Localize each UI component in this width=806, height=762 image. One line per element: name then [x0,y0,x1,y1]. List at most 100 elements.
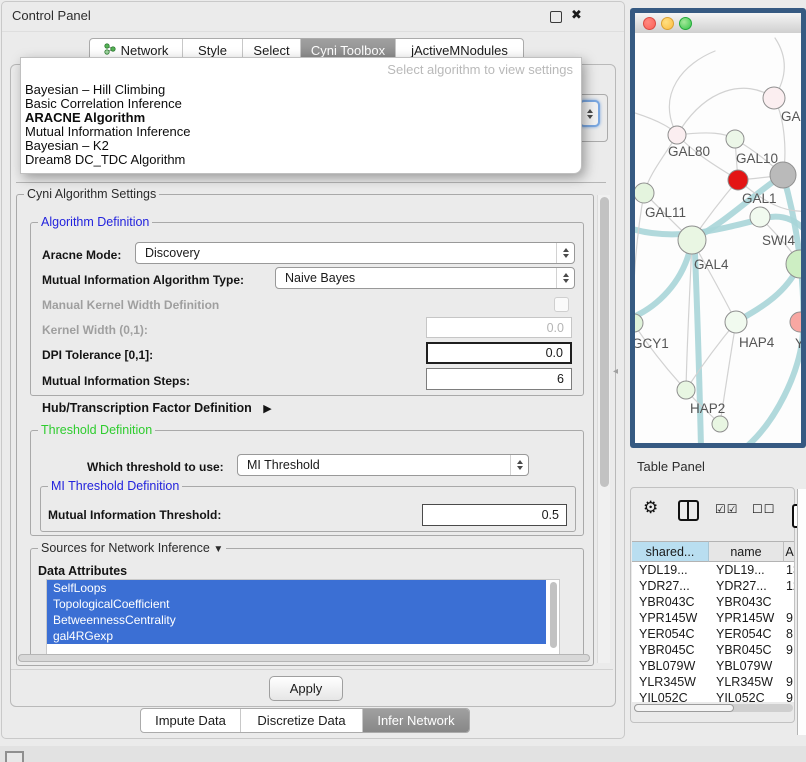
table-row[interactable]: YER054CYER054C8. [632,626,795,642]
dropdown-item[interactable]: Bayesian – K2 [21,139,581,153]
mac-minimize-button[interactable] [661,17,674,30]
control-panel-window: Control Panel ✖ Network Style Select Cyn… [1,1,625,739]
network-node-hap2[interactable] [677,381,695,399]
column-header-label: name [730,545,761,559]
list-scrollbar[interactable] [550,582,557,648]
network-node-gal[interactable] [763,87,785,109]
network-edge[interactable] [669,51,715,135]
table-cell: YIL052C [709,690,784,702]
table-body: YDL19...YDL19...13YDR27...YDR27...12YBR0… [632,562,795,702]
table-row[interactable]: YBL079WYBL079W [632,658,795,674]
network-canvas[interactable]: GALGAL80GAL10GAL1GAL11SWI4GAL4GCY1HAP4YH… [635,33,801,443]
dropdown-item[interactable]: Dream8 DC_TDC Algorithm [21,153,581,167]
network-edge[interactable] [677,88,774,135]
dropdown-item[interactable]: Bayesian – Hill Climbing [21,83,581,97]
select-all-checkboxes-icon[interactable]: ☑☑ [715,502,739,516]
table-hscrollbar-track[interactable] [634,704,793,712]
table-cell: YER054C [709,626,784,642]
table-row[interactable]: YBR045CYBR045C9. [632,642,795,658]
settings-scrollbar-thumb[interactable] [600,197,609,487]
data-attributes-list: SelfLoops TopologicalCoefficient Between… [46,579,560,655]
which-threshold-combo[interactable]: MI Threshold [237,454,529,476]
network-node-label: HAP2 [690,401,725,416]
network-node-gal80[interactable] [668,126,686,144]
dpi-tolerance-field[interactable]: 0.0 [426,342,572,364]
deselect-all-checkboxes-icon[interactable]: ☐☐ [752,502,776,516]
dpi-tolerance-value: 0.0 [546,346,563,360]
column-header-name[interactable]: name [709,541,784,562]
column-header-shared-name[interactable]: shared... [632,541,709,562]
table-row[interactable]: YPR145WYPR145W9. [632,610,795,626]
network-graph[interactable]: GALGAL80GAL10GAL1GAL11SWI4GAL4GCY1HAP4YH… [635,33,801,443]
docked-panel-icon[interactable] [5,751,24,762]
sources-group-title[interactable]: Sources for Network Inference ▼ [38,541,226,557]
split-columns-icon[interactable] [678,500,699,521]
bottom-tabbar: Impute Data Discretize Data Infer Networ… [140,708,470,733]
network-node-label: Y [795,336,801,351]
table-row[interactable]: YLR345WYLR345W9. [632,674,795,690]
horizontal-scrollbar[interactable] [18,654,590,662]
mi-steps-field[interactable]: 6 [426,368,572,390]
network-node[interactable] [786,250,801,278]
dpi-tolerance-label: DPI Tolerance [0,1]: [42,348,153,362]
algorithm-combo-stepper[interactable] [579,100,600,127]
attribute-item-selected[interactable]: gal4RGexp [47,628,546,644]
table-row[interactable]: YIL052CYIL052C9 [632,690,795,702]
close-icon[interactable]: ✖ [571,7,582,23]
mac-zoom-button[interactable] [679,17,692,30]
tab-select-label: Select [253,43,289,58]
network-node-gal10[interactable] [726,130,744,148]
table-cell: YDR27... [632,578,709,594]
column-header-label: A [785,545,793,559]
network-node-hap4[interactable] [725,311,747,333]
network-node[interactable] [712,416,728,432]
dropdown-item-selected[interactable]: ARACNE Algorithm [21,111,581,125]
table-row[interactable]: YBR043CYBR043C [632,594,795,610]
tab-discretize-data[interactable]: Discretize Data [241,709,363,732]
hidden-group-border [16,182,606,183]
panel-splitter-handle[interactable]: ◂ [613,366,618,377]
network-node-y[interactable] [790,312,801,332]
attribute-item-selected[interactable]: BetweennessCentrality [47,612,546,628]
table-hscrollbar-thumb[interactable] [634,704,734,712]
mi-threshold-definition-title: MI Threshold Definition [48,479,182,494]
table-row[interactable]: YDR27...YDR27...12 [632,578,795,594]
table-cell: 9 [784,690,795,702]
mi-type-combo[interactable]: Naive Bayes [275,267,575,289]
float-window-icon[interactable] [550,11,562,23]
attribute-item-selected[interactable]: TopologicalCoefficient [47,596,546,612]
data-attributes-label: Data Attributes [38,564,127,578]
dropdown-item[interactable]: Mutual Information Inference [21,125,581,139]
network-edge[interactable] [635,323,686,390]
network-edge[interactable] [686,322,736,390]
column-header-partial[interactable]: A [784,541,795,562]
network-node-label: GAL4 [694,257,729,272]
tab-impute-data[interactable]: Impute Data [141,709,241,732]
network-node-gal4[interactable] [678,226,706,254]
kernel-width-field[interactable]: 0.0 [426,317,572,338]
network-edge[interactable] [635,193,644,323]
which-threshold-value: MI Threshold [247,458,320,472]
mi-threshold-field[interactable]: 0.5 [422,504,567,526]
network-view-window: GALGAL80GAL10GAL1GAL11SWI4GAL4GCY1HAP4YH… [630,8,806,448]
network-node-swi4[interactable] [750,207,770,227]
table-cell: YBR043C [632,594,709,610]
network-node-gal11[interactable] [635,183,654,203]
settings-scrollbar-track[interactable] [597,195,610,663]
table-cell: YPR145W [709,610,784,626]
hub-definition-toggle[interactable]: Hub/Transcription Factor Definition ▶ [42,401,272,415]
manual-kernel-label: Manual Kernel Width Definition [42,298,219,312]
which-threshold-label: Which threshold to use: [87,460,224,474]
aracne-mode-combo[interactable]: Discovery [135,242,575,264]
gear-icon[interactable]: ⚙ [643,498,658,518]
tab-infer-network[interactable]: Infer Network [363,709,469,732]
manual-kernel-checkbox[interactable] [554,297,569,312]
table-row[interactable]: YDL19...YDL19...13 [632,562,795,578]
attribute-item-selected[interactable]: SelfLoops [47,580,546,596]
network-node-gcy1[interactable] [635,314,643,332]
apply-button[interactable]: Apply [269,676,343,701]
network-node-gal1[interactable] [728,170,748,190]
aracne-mode-value: Discovery [145,246,200,260]
mac-close-button[interactable] [643,17,656,30]
dropdown-item[interactable]: Basic Correlation Inference [21,97,581,111]
